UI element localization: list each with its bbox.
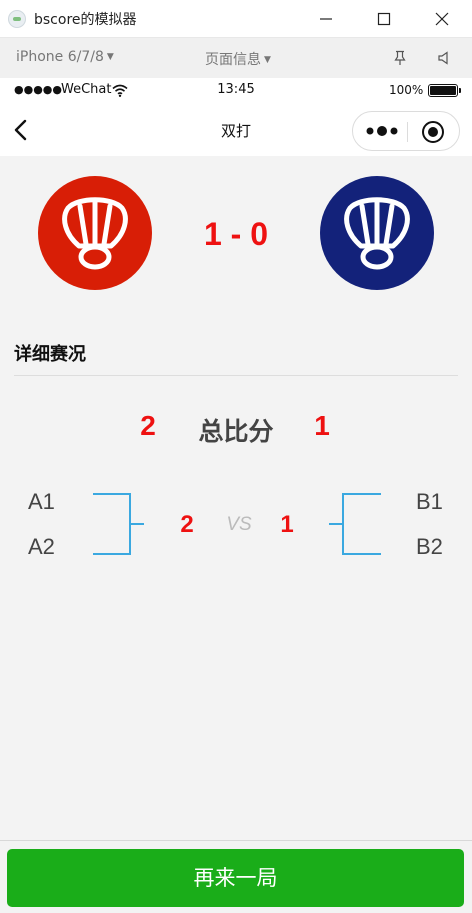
bottom-action-bar: 再来一局 xyxy=(0,840,472,913)
total-score-b: 1 xyxy=(314,410,330,441)
target-close-icon[interactable] xyxy=(421,120,445,144)
bracket-team-a xyxy=(93,493,144,555)
phone-status-bar: ●●●●● WeChat 13:45 100% xyxy=(0,78,472,104)
shuttlecock-icon xyxy=(320,176,434,290)
capsule-divider xyxy=(407,122,408,142)
versus-label: VS xyxy=(226,514,252,535)
device-label: iPhone 6/7/8 xyxy=(16,49,104,65)
window-titlebar: bscore的模拟器 xyxy=(0,0,472,38)
page-info-label: 页面信息 xyxy=(205,52,261,68)
menu-capsule xyxy=(352,111,460,151)
bracket-team-b xyxy=(329,493,381,555)
play-again-button[interactable]: 再来一局 xyxy=(7,849,464,907)
match-page: 1 - 0 详细赛况 2 总比分 1 A1 A2 2 VS 1 B1 B2 xyxy=(0,156,472,840)
player-b1: B1 xyxy=(416,489,443,514)
close-icon[interactable] xyxy=(413,0,471,38)
more-dots-icon[interactable] xyxy=(365,122,399,140)
battery-icon xyxy=(428,84,461,97)
game-score-a: 2 xyxy=(180,511,194,538)
player-b2: B2 xyxy=(416,534,443,559)
team-a-logo xyxy=(38,176,152,290)
window-title: bscore的模拟器 xyxy=(34,11,137,28)
pin-icon[interactable] xyxy=(392,50,408,70)
player-a1: A1 xyxy=(28,489,55,514)
nav-bar: 双打 xyxy=(0,104,472,156)
shuttlecock-icon xyxy=(38,176,152,290)
app-icon xyxy=(8,9,26,28)
battery-percent: 100% xyxy=(389,83,424,97)
simulator-toolbar: iPhone 6/7/8 ▼ 页面信息 ▼ xyxy=(0,38,472,78)
team-b-logo xyxy=(320,176,434,290)
caret-down-icon: ▼ xyxy=(106,52,114,62)
device-selector[interactable]: iPhone 6/7/8 ▼ xyxy=(16,49,114,65)
minimize-icon[interactable] xyxy=(297,0,355,38)
section-divider xyxy=(14,375,458,376)
page-info-selector[interactable]: 页面信息 ▼ xyxy=(205,49,271,69)
caret-down-icon: ▼ xyxy=(264,55,271,65)
game-score-b: 1 xyxy=(280,511,294,538)
match-score: 1 - 0 xyxy=(203,216,269,252)
total-score-a: 2 xyxy=(140,410,156,441)
player-a2: A2 xyxy=(28,534,55,559)
details-heading: 详细赛况 xyxy=(14,344,86,365)
total-score-label: 总比分 xyxy=(198,417,274,446)
maximize-icon[interactable] xyxy=(355,0,413,38)
speaker-icon[interactable] xyxy=(437,50,453,70)
